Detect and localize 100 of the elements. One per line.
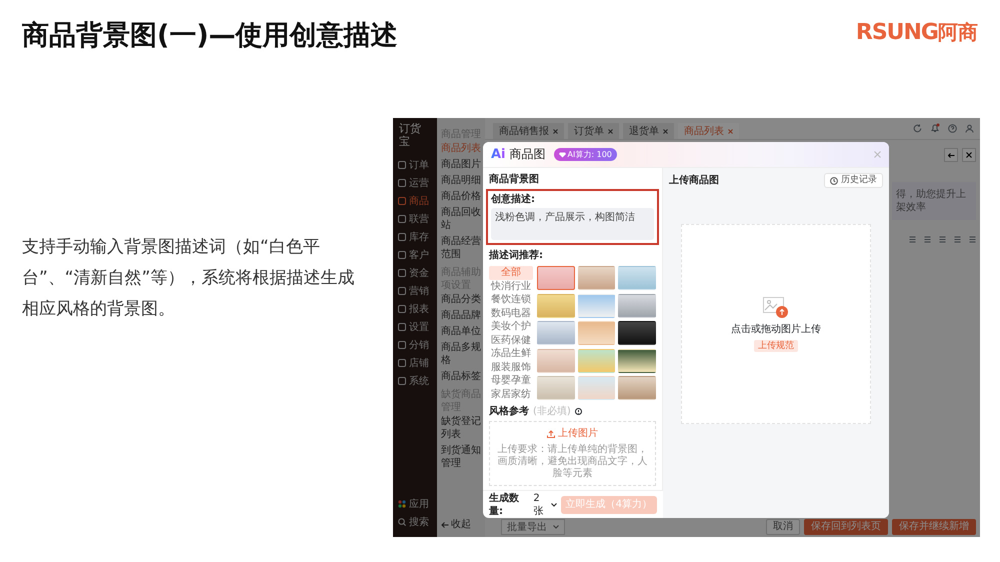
nav-item[interactable]: 应用 [393,495,437,513]
arrow-left-icon [948,152,954,158]
upload-icon [547,430,555,438]
square-icon [398,323,406,331]
nav-item[interactable]: 库存 [393,228,437,246]
align-icon[interactable] [939,236,946,243]
description-field[interactable]: 浅粉色调，产品展示，构图简洁 [491,208,654,240]
category-item[interactable]: 服装服饰 [489,360,533,374]
nav-item[interactable]: 营销 [393,282,437,300]
nav-item[interactable]: 客户 [393,246,437,264]
field-label: 描述词推荐: [489,249,544,262]
collapse-button[interactable]: 收起 [441,518,481,531]
submenu-item[interactable]: 商品多规格 [441,341,481,367]
square-icon [398,287,406,295]
tab[interactable]: 商品列表 [678,123,739,139]
nav-item[interactable]: 资金 [393,264,437,282]
logo-text: 阿商 [938,19,978,46]
logo-wordmark: RSUNG [856,19,938,47]
section-heading: 商品背景图 [489,173,540,186]
photo-placeholder[interactable] [618,321,656,346]
category-item[interactable]: 美妆个护 [489,320,533,334]
history-button[interactable]: 历史记录 [824,173,883,188]
bell-icon[interactable] [930,123,940,133]
slide-title: 商品背景图(一)—使用创意描述 [22,19,398,53]
submenu-item[interactable]: 商品列表 [441,142,481,155]
refresh-icon[interactable] [913,124,922,132]
submenu-item[interactable]: 商品价格 [441,190,481,203]
hint-text: 得，助您提升上架效率 [896,189,966,213]
photo-placeholder[interactable] [618,348,656,373]
export-select[interactable]: 批量导出 [501,519,565,535]
close-icon[interactable] [874,151,881,158]
category-item[interactable]: 全部 [489,266,533,280]
nav-item[interactable]: 商品 [393,192,437,210]
align-icon[interactable] [954,236,961,243]
category-item[interactable]: 家居家纺 [489,388,533,401]
gem-icon [558,152,566,158]
optional-note: (非必填) [533,405,571,418]
category-item[interactable]: 母婴孕童 [489,374,533,388]
ai-logo-text: Ai [491,148,506,161]
upload-button[interactable]: 上传图片 [547,427,598,440]
close-icon [663,128,668,134]
align-icon[interactable] [909,236,916,243]
info-icon [574,408,582,415]
upload-spec-link[interactable]: 上传规范 [754,340,798,352]
square-icon [398,251,406,259]
chevron-down-icon [553,525,559,529]
action-button[interactable]: 保存并继续新增 [892,519,976,535]
submenu-item[interactable]: 商品图片 [441,158,481,171]
upload-dropzone[interactable]: 点击或拖动图片上传 上传规范 [681,224,871,424]
chevron-down-icon [550,502,557,506]
close-icon [966,152,972,158]
square-icon [398,305,406,313]
nav-item[interactable]: 分销 [393,336,437,354]
nav-item[interactable]: 运营 [393,174,437,192]
submenu-item[interactable]: 商品明细 [441,174,481,187]
submenu-item[interactable]: 商品分类 [441,293,481,306]
action-button[interactable]: 取消 [766,519,800,535]
tab[interactable]: 退货单 [623,123,674,139]
search-icon [398,518,406,526]
quota-badge: AI算力: 100 [554,148,617,161]
action-button[interactable]: 保存回到列表页 [804,519,888,535]
close-icon [608,128,613,134]
square-icon [398,377,406,385]
grid-dots-icon [398,500,406,508]
category-item[interactable]: 快消行业 [489,280,533,293]
tab[interactable]: 商品销售报 [493,123,564,139]
minimize-button[interactable] [944,148,958,162]
brand-logo-text: 订货宝 [398,122,422,148]
nav-item[interactable]: 店铺 [393,354,437,372]
tab[interactable]: 订货单 [568,123,619,139]
help-icon[interactable] [948,124,957,132]
submenu-item[interactable]: 商品经营范围 [441,235,481,261]
upload-requirement-text: 上传要求：请上传单纯的背景图，画质清晰，避免出现商品文字，人脸等元素 [496,444,648,480]
submenu-item[interactable]: 到货通知管理 [441,444,481,470]
user-icon[interactable] [965,124,974,132]
category-item[interactable]: 餐饮连锁 [489,293,533,306]
close-button[interactable] [962,148,976,162]
submenu-item[interactable]: 商品标签 [441,370,481,383]
submenu-item[interactable]: 商品回收站 [441,206,481,232]
nav-item[interactable]: 系统 [393,372,437,390]
field-label: 生成数量: [489,492,520,518]
nav-item[interactable]: 搜索 [393,513,437,531]
quantity-select[interactable]: 2张 [533,492,557,518]
square-icon [398,359,406,367]
category-item[interactable]: 冻品生鲜 [489,347,533,360]
submenu-item[interactable]: 商品单位 [441,325,481,338]
nav-item[interactable]: 报表 [393,300,437,318]
square-icon [398,215,406,223]
clock-icon [830,176,838,184]
align-icon[interactable] [924,236,931,243]
category-item[interactable]: 医药保健 [489,334,533,347]
nav-item[interactable]: 设置 [393,318,437,336]
square-icon [398,161,406,169]
submenu-item[interactable]: 缺货登记列表 [441,415,481,441]
category-item[interactable]: 数码电器 [489,306,533,320]
submenu-item[interactable]: 商品品牌 [441,309,481,322]
nav-item[interactable]: 联营 [393,210,437,228]
nav-item[interactable]: 订单 [393,156,437,174]
align-icon[interactable] [969,236,976,243]
drop-hint-text: 点击或拖动图片上传 [731,322,821,336]
